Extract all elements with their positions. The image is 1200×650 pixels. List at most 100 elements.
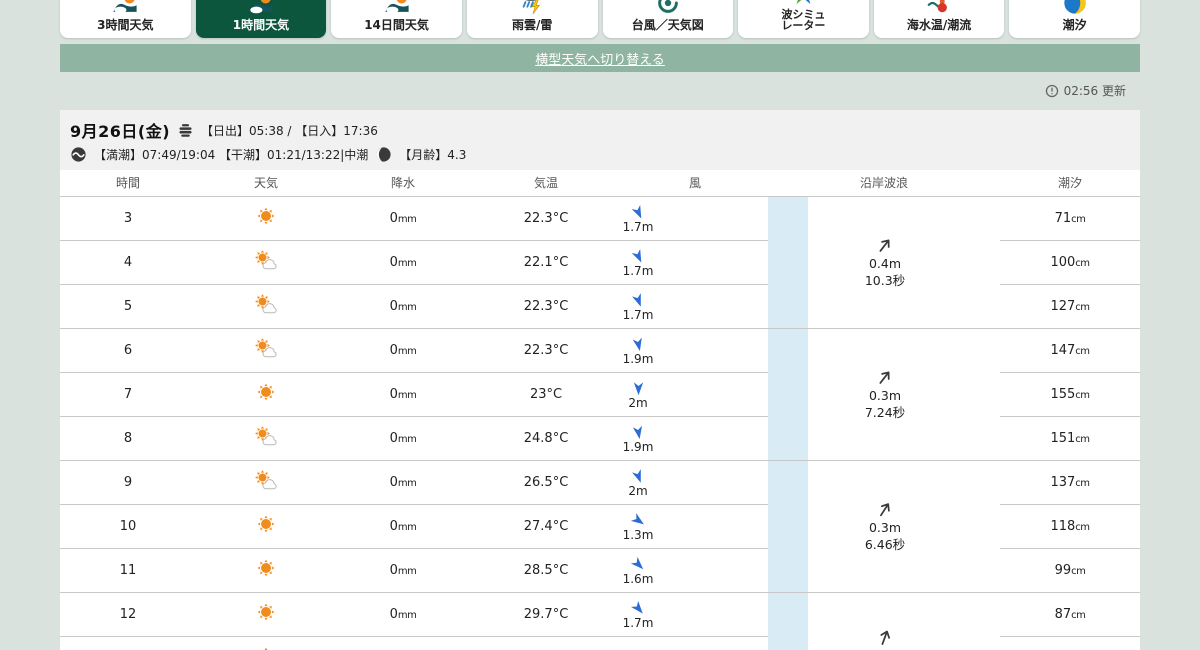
update-time: 02:56 更新 <box>1063 84 1126 98</box>
wind-speed: 2m <box>628 395 648 410</box>
table-row: 3 0mm 22.3°C 1.7m 0.4m 10.3秒 71cm <box>60 196 1141 329</box>
precip-cell: 0mm <box>336 592 470 637</box>
weather-sun-cloud-icon <box>253 468 280 492</box>
tab-label: 雨雲/雷 <box>511 18 553 32</box>
temp-cell: 27.4°C <box>470 504 622 549</box>
column-header: 降水 <box>336 170 470 197</box>
hour-cell: 6 <box>60 328 196 373</box>
column-header: 天気 <box>196 170 336 197</box>
hour-cell: 12 <box>60 592 196 637</box>
weather-sun-cloud-icon <box>253 248 280 272</box>
tab-label: 台風／天気図 <box>631 18 704 32</box>
date-header: 9月26日(金) 【日出】05:38 / 【日入】17:36 【満潮】07:49… <box>60 110 1140 170</box>
weather-icon <box>384 0 410 16</box>
wind-cell: 1.3m <box>622 504 768 549</box>
tide-cell: 151cm <box>1000 416 1141 461</box>
wave-height: 0.4m <box>868 256 902 272</box>
temp-cell: 22.3°C <box>470 284 622 329</box>
tide-cell: 155cm <box>1000 372 1141 417</box>
weather-sunny-icon <box>254 556 278 580</box>
wave-column-band <box>768 460 808 593</box>
moon-icon <box>375 146 392 163</box>
weather-cell <box>196 328 336 373</box>
tab-14day-weather[interactable]: 14日間天気 <box>331 0 462 38</box>
weather-cell <box>196 196 336 241</box>
weather-sunny-icon <box>254 380 278 404</box>
wind-direction-arrow-icon <box>630 424 647 441</box>
tab-label: 海水温/潮流 <box>906 18 972 32</box>
hour-cell: 11 <box>60 548 196 593</box>
column-header: 風 <box>622 170 768 197</box>
column-header: 気温 <box>470 170 622 197</box>
weather-sun-cloud-icon <box>253 424 280 448</box>
wind-direction-arrow-icon <box>630 204 647 221</box>
tab-3hour-weather[interactable]: 3時間天気 <box>60 0 191 38</box>
temp-cell: 26.5°C <box>470 460 622 505</box>
wind-speed: 1.9m <box>622 351 654 366</box>
precip-cell: 0mm <box>336 548 470 593</box>
weather-cell <box>196 416 336 461</box>
precip-cell: 0mm <box>336 372 470 417</box>
temp-cell: 28.5°C <box>470 548 622 593</box>
moon-age: 【月齢】4.3 <box>399 148 467 162</box>
date-label: 9月26日(金) <box>70 122 171 141</box>
wave-height: 0.3m <box>868 520 902 536</box>
temp-cell: 22.3°C <box>470 196 622 241</box>
hour-cell: 13 <box>60 636 196 650</box>
weather-cell <box>196 460 336 505</box>
wind-cell: 1.7m <box>622 196 768 241</box>
sea-temp-icon <box>926 0 952 16</box>
table-row: 9 0mm 26.5°C 2m 0.3m 6.46秒 137cm <box>60 460 1141 593</box>
tab-label: 1時間天気 <box>232 18 290 32</box>
hour-cell: 4 <box>60 240 196 285</box>
switch-bar: 横型天気へ切り替える <box>60 44 1140 72</box>
precip-cell: 0mm <box>336 636 470 650</box>
tab-1hour-weather[interactable]: 1時間天気 <box>195 0 327 38</box>
column-header: 沿岸波浪 <box>768 170 1001 197</box>
tab-sea-temp-tidal-current[interactable]: 海水温/潮流 <box>873 0 1005 38</box>
wind-direction-arrow-icon <box>630 556 647 573</box>
precip-cell: 0mm <box>336 504 470 549</box>
wave-cell: 0.3m 7.24秒 <box>808 328 1001 461</box>
wave-direction-arrow-icon <box>875 367 895 388</box>
precip-cell: 0mm <box>336 240 470 285</box>
temp-cell: 29.7°C <box>470 592 622 637</box>
forecast-content: 9月26日(金) 【日出】05:38 / 【日入】17:36 【満潮】07:49… <box>60 110 1141 650</box>
tab-wave-simulator[interactable]: 波シミュ レーター <box>738 0 869 38</box>
tab-typhoon-weather-map[interactable]: 台風／天気図 <box>602 0 734 38</box>
wind-speed: 1.7m <box>622 263 654 278</box>
hour-cell: 5 <box>60 284 196 329</box>
switch-to-horizontal-link[interactable]: 横型天気へ切り替える <box>535 49 665 68</box>
wave-period: 10.3秒 <box>864 272 906 288</box>
temp-cell: 22.3°C <box>470 328 622 373</box>
weather-sunny-icon <box>254 512 278 536</box>
hour-cell: 10 <box>60 504 196 549</box>
wave-cell: 0.3m 6.46秒 <box>808 460 1001 593</box>
tab-tide[interactable]: 潮汐 <box>1009 0 1140 38</box>
wind-direction-arrow-icon <box>630 292 647 309</box>
tab-label: 潮汐 <box>1062 18 1087 32</box>
wind-cell: 1.7m <box>622 240 768 285</box>
column-header: 潮汐 <box>1000 170 1141 197</box>
temp-cell: 29.9°C <box>470 636 622 650</box>
weather-icon <box>112 0 138 16</box>
wind-direction-arrow-icon <box>630 512 647 529</box>
weather-cell <box>196 372 336 417</box>
column-header: 時間 <box>60 170 196 197</box>
wind-cell <box>622 636 768 650</box>
wind-cell: 2m <box>622 372 768 417</box>
tide-cell: 127cm <box>1000 284 1141 329</box>
weather-cell <box>196 284 336 329</box>
table-row: 12 0mm 29.7°C 1.7m 87cm <box>60 592 1141 650</box>
precip-cell: 0mm <box>336 196 470 241</box>
weather-sunny-icon <box>254 204 278 228</box>
typhoon-icon <box>655 0 681 16</box>
update-time-row: 02:56 更新 <box>60 72 1140 110</box>
temp-cell: 23°C <box>470 372 622 417</box>
tide-cell: 147cm <box>1000 328 1141 373</box>
wind-cell: 1.9m <box>622 416 768 461</box>
wave-cell <box>808 592 1001 650</box>
precip-cell: 0mm <box>336 416 470 461</box>
tab-rain-cloud-thunder[interactable]: 雨雲/雷 <box>466 0 598 38</box>
weather-sun-cloud-icon <box>253 292 280 316</box>
